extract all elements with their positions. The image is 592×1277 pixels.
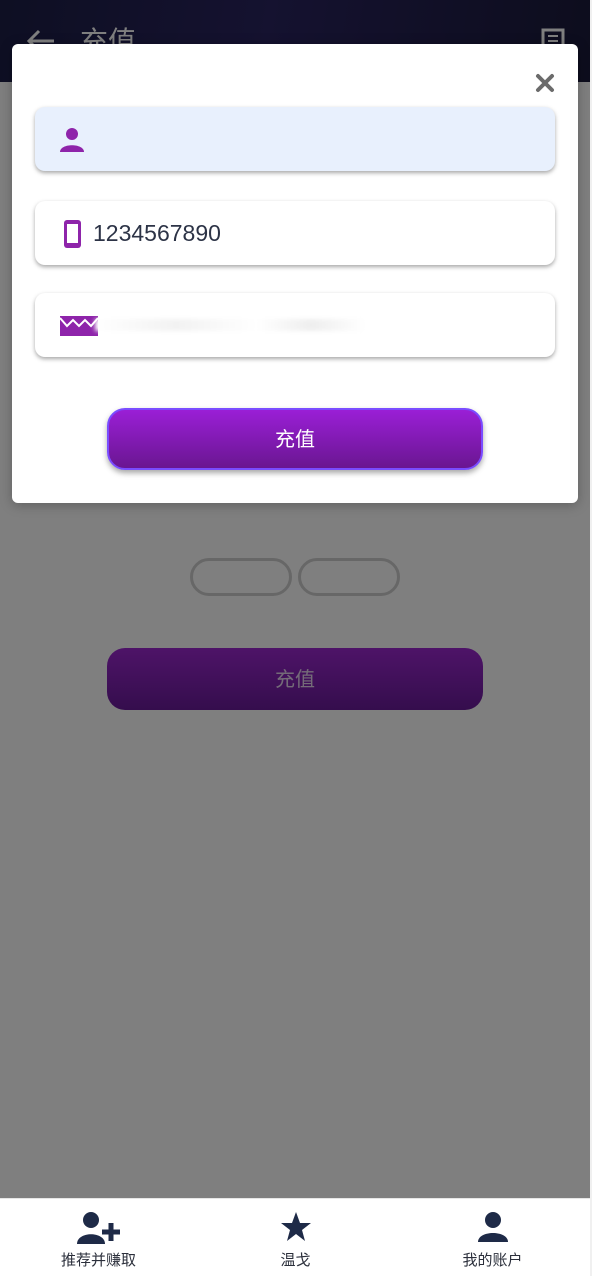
nav-item-my-account[interactable]: 我的账户: [394, 1199, 591, 1277]
recharge-modal: 1234567890 充值: [12, 44, 578, 503]
nav-item-refer-earn[interactable]: 推荐并赚取: [0, 1199, 197, 1277]
user-icon: [60, 128, 84, 152]
submit-recharge-button[interactable]: 充值: [107, 408, 483, 470]
phone-value: 1234567890: [93, 220, 221, 246]
email-field[interactable]: [35, 293, 555, 357]
star-icon: [280, 1212, 311, 1241]
nav-item-wingo[interactable]: 温戈: [197, 1199, 394, 1277]
bottom-nav: 推荐并赚取 温戈 我的账户: [0, 1198, 592, 1277]
phone-field[interactable]: 1234567890: [35, 201, 555, 265]
email-icon: [59, 316, 99, 336]
name-field[interactable]: [35, 107, 555, 171]
close-icon[interactable]: [534, 72, 556, 94]
account-icon: [477, 1212, 508, 1242]
add-user-icon: [76, 1212, 120, 1244]
phone-icon: [64, 220, 81, 248]
nav-label: 温戈: [280, 1251, 311, 1269]
nav-label: 推荐并赚取: [60, 1251, 136, 1269]
nav-label: 我的账户: [462, 1251, 523, 1269]
email-value-obscured: [95, 319, 365, 331]
